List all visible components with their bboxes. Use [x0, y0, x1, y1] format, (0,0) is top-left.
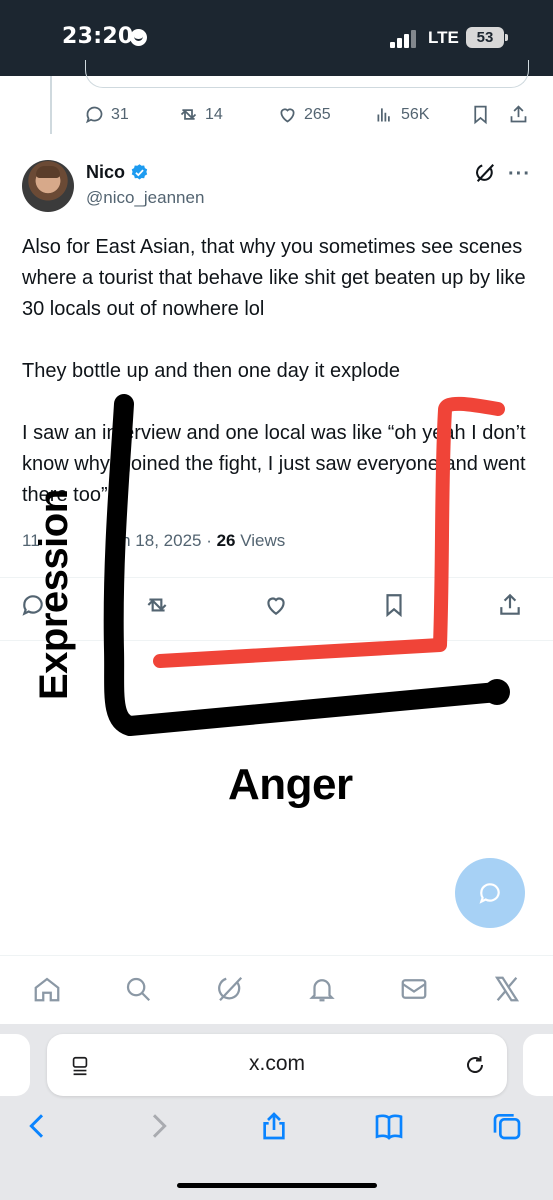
like-count: 265 — [304, 105, 331, 123]
reply-icon — [86, 106, 103, 124]
views-count: 56K — [401, 105, 430, 123]
views-button[interactable]: 56K — [374, 104, 429, 125]
bottom-nav — [0, 955, 553, 1025]
network-type: LTE — [428, 28, 459, 47]
share-button[interactable] — [508, 104, 535, 125]
chat-bubble-icon — [479, 883, 500, 904]
notifications-icon[interactable] — [307, 974, 337, 1004]
axis-label-anger: Anger — [228, 760, 353, 809]
tweet-date[interactable]: n 18, 2025 — [121, 531, 201, 550]
forward-icon[interactable] — [142, 1110, 174, 1142]
heart-icon — [280, 108, 295, 123]
tweet-actions — [20, 592, 535, 624]
previous-tweet-actions: 31 14 265 56K — [84, 104, 534, 134]
x-logo-icon[interactable] — [492, 974, 522, 1004]
tweet-paragraph: I saw an interview and one local was lik… — [22, 422, 526, 506]
author-handle[interactable]: @nico_jeannen — [86, 188, 204, 208]
verified-badge-icon — [131, 164, 148, 180]
grok-icon[interactable] — [474, 162, 496, 184]
url-text: x.com — [248, 1052, 305, 1075]
reply-button[interactable]: 31 — [84, 104, 129, 125]
heart-icon[interactable] — [263, 592, 289, 618]
views-number: 26 — [216, 531, 236, 550]
back-icon[interactable] — [22, 1110, 54, 1142]
bookmark-icon — [474, 105, 487, 125]
thread-line — [50, 76, 52, 134]
battery-icon: 53 — [466, 27, 508, 48]
avatar[interactable] — [22, 160, 74, 212]
signal-icon — [390, 30, 418, 48]
address-bar[interactable]: x.com — [47, 1034, 507, 1096]
tweet-paragraph: They bottle up and then one day it explo… — [22, 360, 401, 382]
repost-button[interactable]: 14 — [178, 104, 223, 125]
reload-icon[interactable] — [463, 1052, 487, 1078]
browser-chrome: x.com — [0, 1024, 553, 1200]
grok-icon[interactable] — [215, 974, 245, 1004]
status-time: 23:20 — [62, 24, 134, 49]
search-icon[interactable] — [123, 974, 153, 1004]
bookmarks-icon[interactable] — [373, 1110, 405, 1142]
views-icon — [377, 108, 390, 122]
reply-count: 31 — [111, 105, 129, 123]
meta-separator: · — [201, 531, 217, 550]
axis-end-dot — [484, 679, 510, 705]
share-icon[interactable] — [258, 1110, 290, 1142]
previous-tab-edge[interactable] — [0, 1034, 30, 1096]
share-icon[interactable] — [497, 592, 523, 618]
messages-icon[interactable] — [399, 974, 429, 1004]
author-name[interactable]: Nico — [86, 162, 149, 183]
more-options-icon[interactable]: ··· — [508, 164, 531, 184]
compose-reply-button[interactable] — [455, 858, 525, 928]
tweet-paragraph: Also for East Asian, that why you someti… — [22, 236, 526, 320]
bookmark-button[interactable] — [470, 104, 497, 125]
share-icon — [510, 105, 527, 123]
home-indicator — [177, 1183, 377, 1188]
quoted-card-bottom[interactable] — [85, 60, 529, 88]
views-label: Views — [235, 531, 286, 550]
next-tab-edge[interactable] — [523, 1034, 553, 1096]
browser-toolbar — [0, 1110, 553, 1150]
like-button[interactable]: 265 — [277, 104, 331, 125]
focus-mode-icon — [130, 29, 147, 46]
tabs-icon[interactable] — [491, 1110, 523, 1142]
repost-count: 14 — [205, 105, 223, 123]
axis-label-expression: Expression — [32, 489, 76, 700]
display-name: Nico — [86, 162, 126, 182]
home-icon[interactable] — [32, 974, 62, 1004]
repost-icon[interactable] — [144, 592, 170, 618]
tweet-text: Also for East Asian, that why you someti… — [22, 232, 534, 511]
bookmark-icon[interactable] — [381, 592, 407, 618]
repost-icon — [180, 109, 197, 120]
